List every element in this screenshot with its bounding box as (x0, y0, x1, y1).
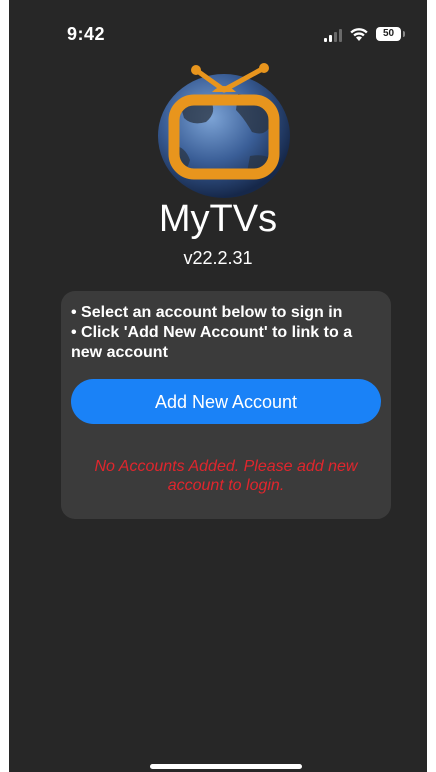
battery-tip (403, 31, 405, 37)
app-title: MyTVs (158, 198, 278, 240)
battery-level: 50 (376, 27, 401, 41)
add-new-account-button[interactable]: Add New Account (71, 379, 381, 424)
instruction-item: • Click 'Add New Account' to link to a n… (71, 324, 353, 361)
instructions-list: • Select an account below to sign in • C… (71, 303, 385, 363)
app-screen: 9:42 50 MyTVs v22.2.31 • Select an accou… (9, 0, 427, 772)
battery-icon: 50 (376, 27, 406, 41)
wifi-icon (350, 28, 368, 41)
no-accounts-error-message: No Accounts Added. Please add new accoun… (94, 458, 358, 494)
accounts-card: • Select an account below to sign in • C… (61, 291, 391, 519)
status-time: 9:42 (67, 24, 106, 44)
instruction-item: • Select an account below to sign in (71, 304, 343, 321)
home-indicator[interactable] (150, 764, 302, 769)
app-version: v22.2.31 (183, 248, 253, 268)
status-bar: 9:42 50 (9, 0, 427, 60)
cellular-signal-icon (324, 29, 342, 42)
globe-tv-logo-icon (158, 63, 290, 198)
